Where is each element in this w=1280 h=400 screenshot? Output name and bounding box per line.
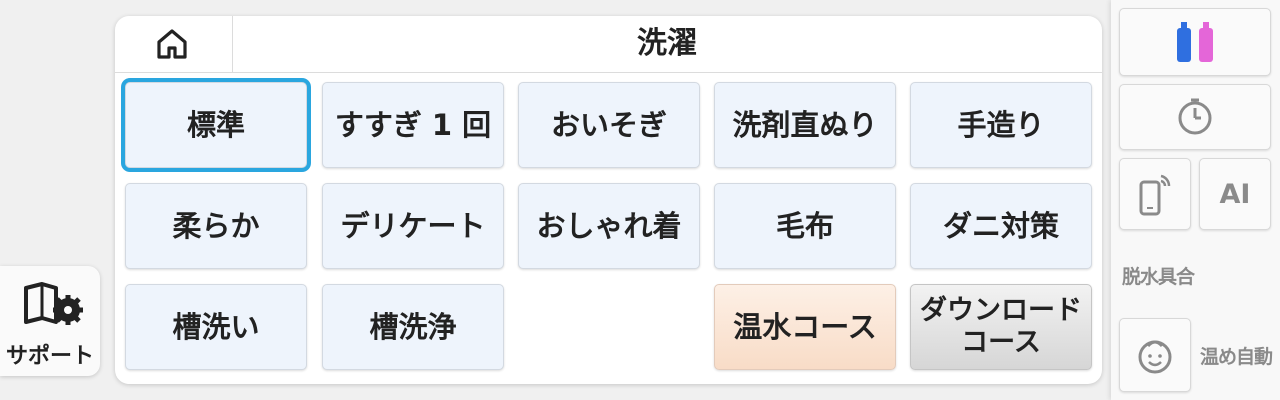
support-button[interactable]: サポート bbox=[0, 266, 100, 376]
home-icon bbox=[157, 29, 187, 59]
download-label-line1: ダウンロード bbox=[920, 294, 1082, 326]
detergent-button[interactable] bbox=[1119, 8, 1271, 76]
course-quick-button[interactable]: おいそぎ bbox=[518, 82, 700, 168]
dehydrate-label[interactable]: 脱水具合 bbox=[1122, 262, 1195, 289]
ai-button[interactable]: AI bbox=[1199, 158, 1271, 230]
child-face-icon bbox=[1138, 340, 1172, 374]
page-title: 洗濯 bbox=[637, 26, 697, 61]
support-label: サポート bbox=[5, 344, 94, 369]
course-tub-clean-button[interactable]: 槽洗浄 bbox=[322, 284, 504, 370]
timer-button[interactable] bbox=[1119, 84, 1271, 150]
course-mite-button[interactable]: ダニ対策 bbox=[910, 183, 1092, 269]
course-handmade-button[interactable]: 手造り bbox=[910, 82, 1092, 168]
course-grid: 標準 すすぎ 1 回 おいそぎ 洗剤直ぬり 手造り 柔らか デリケート おしゃれ… bbox=[125, 82, 1095, 378]
home-button[interactable] bbox=[115, 16, 233, 72]
download-label-line2: コース bbox=[961, 327, 1041, 358]
right-side-panel: AI 脱水具合 温め自動 bbox=[1111, 0, 1280, 400]
course-tub-wash-button[interactable]: 槽洗い bbox=[125, 284, 307, 370]
course-soft-button[interactable]: 柔らか bbox=[125, 183, 307, 269]
course-download-button[interactable]: ダウンロード コース bbox=[910, 284, 1092, 370]
course-standard-button[interactable]: 標準 bbox=[125, 82, 307, 168]
child-lock-button[interactable] bbox=[1119, 318, 1191, 392]
wash-course-panel: 洗濯 標準 すすぎ 1 回 おいそぎ 洗剤直ぬり 手造り 柔らか デリケート お… bbox=[115, 16, 1102, 384]
smartphone-remote-icon bbox=[1139, 174, 1171, 216]
timer-icon bbox=[1178, 98, 1212, 135]
course-delicate-button[interactable]: デリケート bbox=[322, 183, 504, 269]
course-fashion-button[interactable]: おしゃれ着 bbox=[518, 183, 700, 269]
panel-header: 洗濯 bbox=[115, 16, 1102, 73]
book-gear-icon bbox=[24, 282, 83, 325]
warm-auto-label[interactable]: 温め自動 bbox=[1200, 342, 1273, 369]
remote-button[interactable] bbox=[1119, 158, 1191, 230]
detergent-bottles-icon bbox=[1177, 22, 1213, 62]
course-blanket-button[interactable]: 毛布 bbox=[714, 183, 896, 269]
course-warm-water-button[interactable]: 温水コース bbox=[714, 284, 896, 370]
course-one-rinse-button[interactable]: すすぎ 1 回 bbox=[322, 82, 504, 168]
course-detergent-direct-button[interactable]: 洗剤直ぬり bbox=[714, 82, 896, 168]
